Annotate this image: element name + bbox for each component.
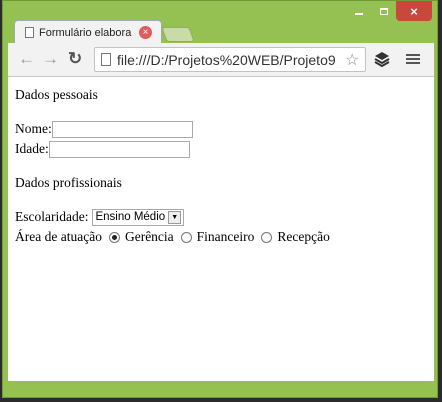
age-input[interactable] <box>48 140 190 158</box>
name-row: Nome: <box>15 119 427 139</box>
radio-gerencia[interactable] <box>108 231 120 243</box>
extension-layers-icon[interactable] <box>374 51 390 67</box>
reload-icon[interactable]: ↻ <box>68 49 82 69</box>
area-row: Área de atuação Gerência Financeiro Rece… <box>15 227 427 247</box>
forward-arrow-icon[interactable]: → <box>42 49 59 69</box>
address-bar[interactable]: file:///D:/Projetos%20WEB/Projeto9 ☆ <box>94 47 366 72</box>
url-text: file:///D:/Projetos%20WEB/Projeto9 <box>117 51 336 68</box>
education-select[interactable]: Ensino Médio ▼ <box>92 208 185 226</box>
area-label: Área de atuação <box>15 229 102 244</box>
education-label: Escolaridade: <box>15 209 89 224</box>
name-label: Nome: <box>15 121 52 136</box>
bookmark-star-icon[interactable]: ☆ <box>345 50 359 70</box>
maximize-icon <box>380 7 388 15</box>
minimize-icon <box>355 13 363 15</box>
radio-gerencia-label: Gerência <box>124 229 174 244</box>
tab-title: Formulário elabora <box>39 26 132 39</box>
chevron-down-icon: ▼ <box>168 210 182 224</box>
tab-close-icon[interactable]: × <box>139 26 152 39</box>
window-close-button[interactable]: × <box>396 1 432 21</box>
section-personal-title: Dados pessoais <box>15 87 98 102</box>
education-row: Escolaridade: Ensino Médio ▼ <box>15 207 427 227</box>
education-selected-value: Ensino Médio <box>95 211 166 223</box>
new-tab-button[interactable] <box>161 27 195 42</box>
menu-icon[interactable] <box>406 54 420 65</box>
page-icon <box>101 53 111 66</box>
radio-financeiro[interactable] <box>180 231 192 243</box>
page-icon <box>25 27 34 38</box>
age-row: Idade: <box>15 139 427 159</box>
maximize-button[interactable] <box>373 1 395 21</box>
page-content: Dados pessoais Nome: Idade: Dados profis… <box>8 77 434 381</box>
name-input[interactable] <box>51 120 193 138</box>
radio-recepcao[interactable] <box>261 231 273 243</box>
radio-financeiro-label: Financeiro <box>196 229 255 244</box>
age-label: Idade: <box>15 141 49 156</box>
radio-recepcao-label: Recepção <box>277 229 330 244</box>
section-professional-title: Dados profissionais <box>15 175 122 190</box>
browser-tab[interactable]: Formulário elabora × <box>14 20 162 44</box>
browser-toolbar: ← → ↻ file:///D:/Projetos%20WEB/Projeto9… <box>8 43 434 77</box>
close-icon: × <box>410 3 418 19</box>
minimize-button[interactable] <box>347 1 371 21</box>
back-arrow-icon[interactable]: ← <box>18 49 35 69</box>
